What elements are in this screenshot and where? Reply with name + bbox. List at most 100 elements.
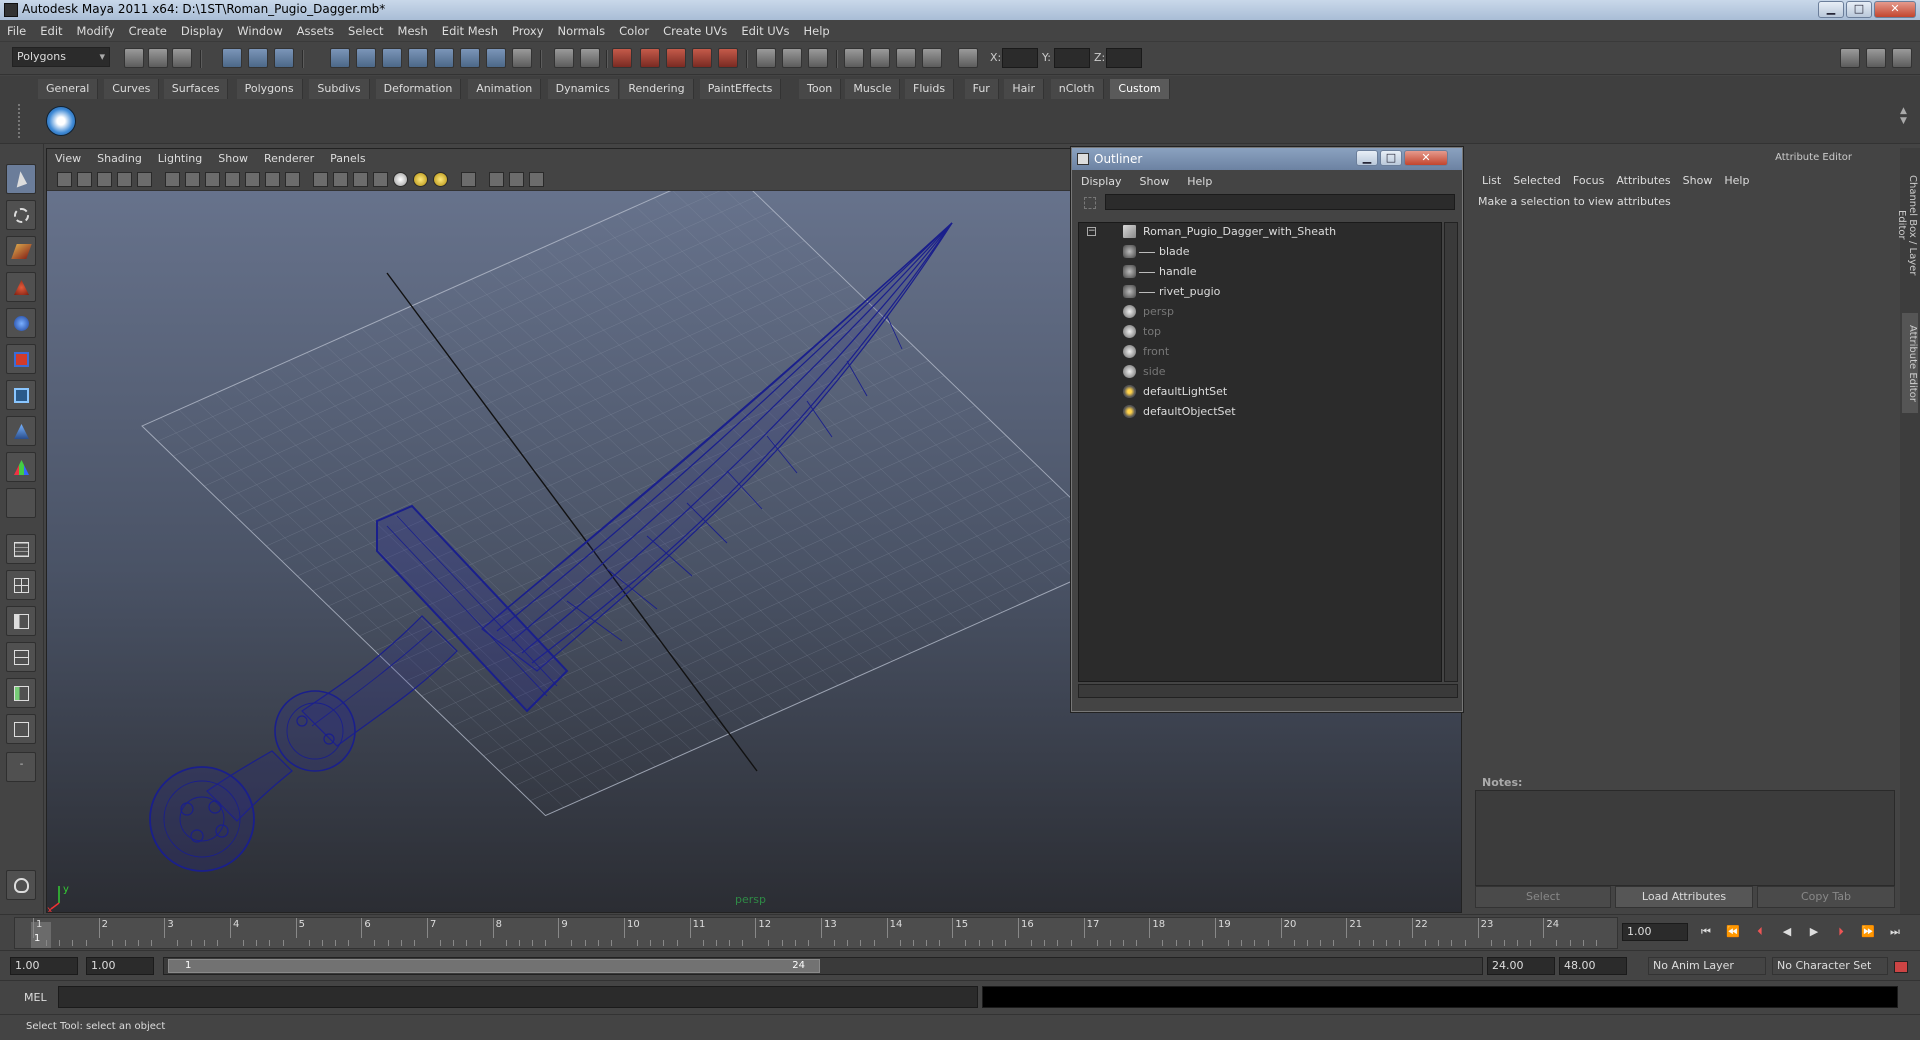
- render-frame-icon[interactable]: [612, 48, 632, 68]
- play-backwards-icon[interactable]: ◀: [1778, 924, 1796, 940]
- viewport-menu-view[interactable]: View: [47, 149, 89, 169]
- start-time-field[interactable]: 1.00: [10, 957, 78, 975]
- xray-icon[interactable]: [489, 172, 504, 187]
- filter-toggle-icon[interactable]: [1084, 197, 1096, 209]
- soft-mod-tool-icon[interactable]: [6, 416, 36, 446]
- show-attribute-icon[interactable]: [808, 48, 828, 68]
- outliner-title-bar[interactable]: Outliner ▁ □ ✕: [1072, 148, 1462, 170]
- outliner-item-handle[interactable]: handle: [1079, 263, 1441, 281]
- auto-key-icon[interactable]: [1894, 961, 1908, 973]
- snap-curve-icon[interactable]: [356, 48, 376, 68]
- menu-help[interactable]: Help: [797, 20, 837, 42]
- use-default-light-icon[interactable]: [393, 172, 408, 187]
- range-bar-handle[interactable]: 1 24: [168, 959, 820, 973]
- select-camera-icon[interactable]: [57, 172, 72, 187]
- safe-title-icon[interactable]: [285, 172, 300, 187]
- snap-surface-icon[interactable]: [434, 48, 454, 68]
- lasso-tool-icon[interactable]: [6, 200, 36, 230]
- graph-layout-icon[interactable]: [6, 642, 36, 672]
- scale-tool-icon[interactable]: [6, 344, 36, 374]
- range-bar[interactable]: 1 24: [163, 957, 1483, 975]
- outliner-item-defaultlightset[interactable]: defaultLightSet: [1079, 383, 1441, 401]
- attr-menu-attributes[interactable]: Attributes: [1610, 172, 1676, 190]
- render-settings-icon[interactable]: [666, 48, 686, 68]
- outliner-minimize-button[interactable]: ▁: [1356, 150, 1378, 166]
- shelf-tab-dynamics[interactable]: Dynamics: [547, 79, 619, 99]
- menu-color[interactable]: Color: [612, 20, 656, 42]
- maximize-button[interactable]: □: [1846, 1, 1872, 18]
- anim-layer-dropdown[interactable]: No Anim Layer: [1648, 957, 1766, 975]
- go-to-start-icon[interactable]: ⏮: [1697, 924, 1715, 940]
- new-scene-icon[interactable]: [124, 48, 144, 68]
- toggle-attribute-editor-icon[interactable]: [1892, 48, 1912, 68]
- resolution-gate-icon[interactable]: [205, 172, 220, 187]
- shadows-icon[interactable]: [433, 172, 448, 187]
- outliner-layout-icon[interactable]: [6, 606, 36, 636]
- grease-pencil-icon[interactable]: [137, 172, 152, 187]
- selection-filter-icon[interactable]: [782, 48, 802, 68]
- play-forwards-icon[interactable]: ▶: [1805, 924, 1823, 940]
- character-set-dropdown[interactable]: No Character Set: [1772, 957, 1888, 975]
- rotate-tool-icon[interactable]: [6, 308, 36, 338]
- xray-joints-icon[interactable]: [509, 172, 524, 187]
- shelf-menu-handle[interactable]: [18, 104, 28, 138]
- image-plane-icon[interactable]: [117, 172, 132, 187]
- save-scene-icon[interactable]: [172, 48, 192, 68]
- safe-action-icon[interactable]: [265, 172, 280, 187]
- menu-set-selector[interactable]: Polygons: [12, 47, 110, 67]
- command-language-label[interactable]: MEL: [24, 991, 47, 1004]
- time-ruler[interactable]: 1 1 2 3 4 5 6 7 8 9 10 11 12 13 14 15 16 17 18 19 20 21 22 23 2…: [14, 917, 1618, 949]
- x-field[interactable]: [1002, 48, 1038, 68]
- four-pane-layout-icon[interactable]: [6, 570, 36, 600]
- outliner-horizontal-scrollbar[interactable]: [1078, 684, 1458, 698]
- step-back-frame-icon[interactable]: ⏪: [1724, 924, 1742, 940]
- outliner-menu-show[interactable]: Show: [1131, 172, 1179, 192]
- field-chart-icon[interactable]: [245, 172, 260, 187]
- menu-create[interactable]: Create: [122, 20, 174, 42]
- gate-mask-icon[interactable]: [225, 172, 240, 187]
- toggle-view-icon[interactable]: [896, 48, 916, 68]
- dope-sheet-layout-icon[interactable]: [6, 714, 36, 744]
- attr-menu-selected[interactable]: Selected: [1507, 172, 1567, 190]
- menu-create-uvs[interactable]: Create UVs: [656, 20, 734, 42]
- attr-menu-help[interactable]: Help: [1718, 172, 1755, 190]
- lock-icon[interactable]: [554, 48, 574, 68]
- snap-view-icon[interactable]: [460, 48, 480, 68]
- shelf-tab-general[interactable]: General: [38, 79, 99, 99]
- toggle-tool-settings-icon[interactable]: [1866, 48, 1886, 68]
- notes-field[interactable]: [1475, 790, 1895, 886]
- snap-plane-icon[interactable]: [408, 48, 428, 68]
- menu-edit-mesh[interactable]: Edit Mesh: [435, 20, 505, 42]
- menu-proxy[interactable]: Proxy: [505, 20, 551, 42]
- help-icon[interactable]: [512, 48, 532, 68]
- menu-select[interactable]: Select: [341, 20, 390, 42]
- outliner-item-side[interactable]: side: [1079, 363, 1441, 381]
- viewport-menu-shading[interactable]: Shading: [89, 149, 150, 169]
- menu-modify[interactable]: Modify: [70, 20, 122, 42]
- move-tool-icon[interactable]: [6, 272, 36, 302]
- outliner-filter-input[interactable]: [1105, 194, 1455, 210]
- toggle-camera-icon[interactable]: [870, 48, 890, 68]
- step-forward-key-icon[interactable]: ⏵: [1832, 924, 1850, 940]
- shelf-tab-fur[interactable]: Fur: [964, 79, 999, 99]
- outliner-item-blade[interactable]: blade: [1079, 243, 1441, 261]
- outliner-item-defaultobjectset[interactable]: defaultObjectSet: [1079, 403, 1441, 421]
- snap-point-icon[interactable]: [382, 48, 402, 68]
- end-time-field[interactable]: 48.00: [1559, 957, 1627, 975]
- menu-edit-uvs[interactable]: Edit UVs: [734, 20, 796, 42]
- outliner-menu-display[interactable]: Display: [1072, 172, 1131, 192]
- shelf-tab-polygons[interactable]: Polygons: [236, 79, 303, 99]
- toggle-render-icon[interactable]: [844, 48, 864, 68]
- menu-mesh[interactable]: Mesh: [391, 20, 435, 42]
- menu-normals[interactable]: Normals: [551, 20, 613, 42]
- load-attributes-button[interactable]: Load Attributes: [1615, 886, 1753, 908]
- paint-select-tool-icon[interactable]: [6, 236, 36, 266]
- textured-icon[interactable]: [373, 172, 388, 187]
- hypergraph-layout-icon[interactable]: [6, 678, 36, 708]
- attr-menu-show[interactable]: Show: [1677, 172, 1719, 190]
- outliner-vertical-scrollbar[interactable]: [1444, 222, 1458, 682]
- ipr-render-icon[interactable]: [640, 48, 660, 68]
- hand-tool-icon[interactable]: [6, 870, 36, 900]
- viewport-menu-renderer[interactable]: Renderer: [256, 149, 322, 169]
- select-button[interactable]: Select: [1475, 886, 1611, 908]
